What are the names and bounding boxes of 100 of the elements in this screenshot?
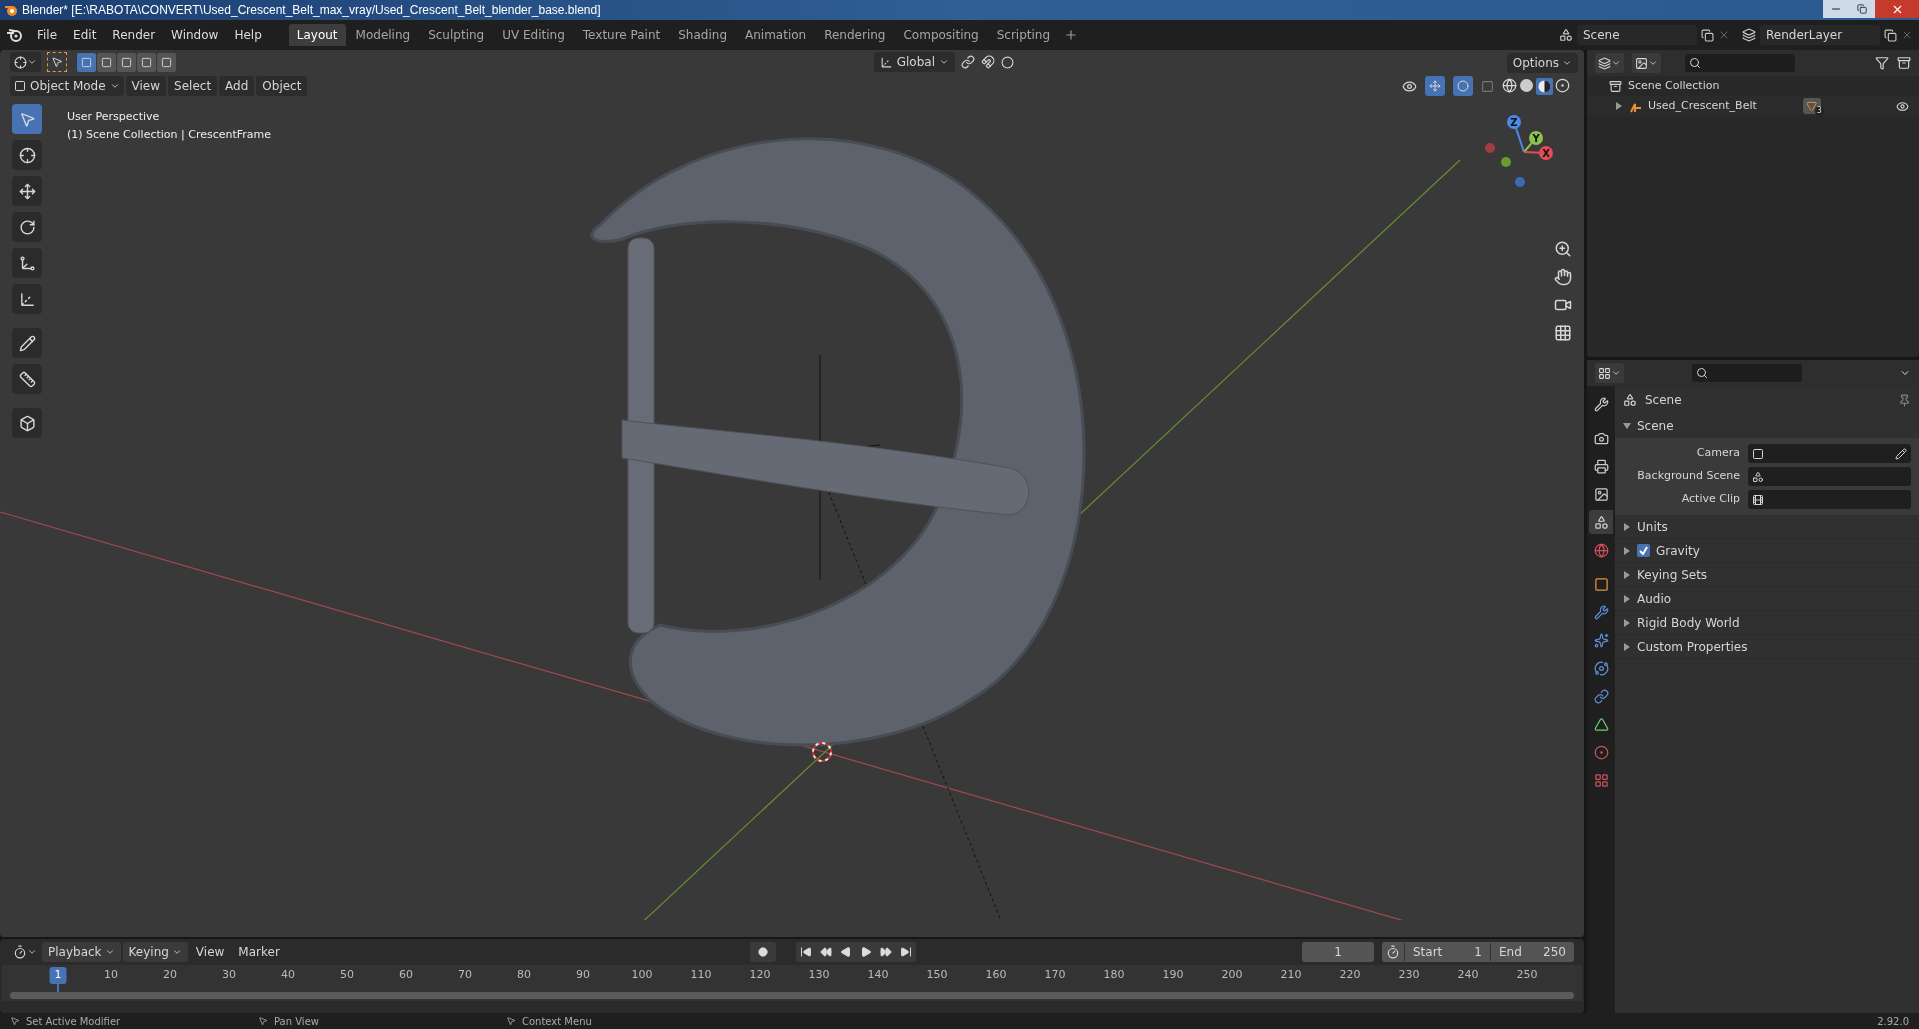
navigation-gizmo-drawing[interactable]: Z Y X bbox=[1484, 110, 1564, 190]
tool-button[interactable] bbox=[12, 328, 42, 358]
workspace-tab[interactable]: Rendering bbox=[816, 24, 894, 46]
selection-mode-button[interactable] bbox=[117, 52, 136, 72]
close-button[interactable] bbox=[1875, 0, 1919, 18]
disclosure-triangle-icon[interactable] bbox=[1623, 422, 1631, 430]
workspace-tab[interactable]: Compositing bbox=[895, 24, 987, 46]
viewport-menu-item[interactable]: Object bbox=[256, 76, 308, 96]
tool-button[interactable] bbox=[12, 212, 42, 242]
panel-header[interactable]: Scene bbox=[1615, 414, 1919, 438]
proportional-edit-icon[interactable] bbox=[1001, 55, 1014, 69]
new-collection-icon[interactable] bbox=[1897, 56, 1911, 70]
visibility-icon[interactable] bbox=[1896, 99, 1909, 113]
duplicate-icon[interactable] bbox=[1884, 28, 1897, 42]
menu-item[interactable]: Render bbox=[105, 24, 163, 46]
frame-number[interactable]: 1 bbox=[49, 967, 67, 984]
viewport-menu-item[interactable]: Select bbox=[168, 76, 218, 96]
minimize-button[interactable] bbox=[1823, 0, 1849, 18]
tool-button[interactable] bbox=[12, 284, 42, 314]
blender-logo-icon[interactable] bbox=[6, 27, 22, 43]
selection-mode-button[interactable] bbox=[97, 52, 116, 72]
zoom-icon[interactable] bbox=[1554, 240, 1572, 258]
search-field[interactable] bbox=[1692, 364, 1802, 382]
orientation-dropdown[interactable]: Global bbox=[873, 52, 955, 72]
search-field[interactable] bbox=[1685, 54, 1795, 72]
workspace-tab[interactable]: Shading bbox=[670, 24, 735, 46]
selection-mode-button[interactable] bbox=[137, 52, 156, 72]
scene-icon[interactable] bbox=[1559, 28, 1573, 42]
panel-header[interactable]: Keying Sets bbox=[1615, 563, 1919, 587]
wireframe-shading-icon[interactable] bbox=[1502, 77, 1517, 93]
tool-button[interactable] bbox=[12, 364, 42, 394]
editor-type-button[interactable] bbox=[1595, 363, 1624, 383]
end-frame-field[interactable]: End 250 bbox=[1490, 943, 1574, 961]
object-field[interactable] bbox=[1748, 444, 1911, 463]
scene-field[interactable]: Scene bbox=[1577, 25, 1697, 45]
visibility-icon[interactable] bbox=[1402, 78, 1417, 94]
workspace-tab[interactable]: Layout bbox=[288, 24, 346, 46]
pin-icon[interactable] bbox=[1898, 393, 1911, 407]
viewport-menu-item[interactable]: Add bbox=[219, 76, 255, 96]
xray-icon[interactable] bbox=[1481, 79, 1494, 93]
panel-header[interactable]: Units bbox=[1615, 515, 1919, 539]
expand-arrow-icon[interactable] bbox=[1615, 102, 1623, 110]
view-layer-field[interactable]: RenderLayer bbox=[1760, 25, 1880, 45]
material-shading-icon[interactable] bbox=[1536, 77, 1553, 95]
timeline-menu-item[interactable]: View bbox=[189, 942, 231, 962]
object-field[interactable] bbox=[1748, 467, 1911, 486]
display-mode-button[interactable] bbox=[1595, 53, 1624, 73]
viewport-menu-item[interactable]: View bbox=[125, 76, 167, 96]
solid-shading-icon[interactable] bbox=[1519, 77, 1534, 93]
properties-tab[interactable] bbox=[1589, 510, 1613, 534]
checkbox[interactable] bbox=[1637, 544, 1650, 557]
panel-header[interactable]: Gravity bbox=[1615, 539, 1919, 563]
tool-select-button[interactable] bbox=[47, 52, 67, 72]
panel-header[interactable]: Audio bbox=[1615, 587, 1919, 611]
timeline-menu-item[interactable]: Playback bbox=[42, 942, 121, 962]
hand-icon[interactable] bbox=[1554, 268, 1572, 286]
editor-type-button[interactable] bbox=[10, 52, 41, 72]
tool-button[interactable] bbox=[12, 248, 42, 278]
panel-header[interactable]: Custom Properties bbox=[1615, 635, 1919, 659]
record-button[interactable] bbox=[749, 942, 776, 962]
tool-button[interactable] bbox=[12, 140, 42, 170]
timeline-scrollbar[interactable] bbox=[10, 992, 1574, 999]
menu-item[interactable]: Edit bbox=[66, 24, 104, 46]
disclosure-triangle-icon[interactable] bbox=[1623, 570, 1631, 579]
options-dropdown[interactable]: Options bbox=[1506, 53, 1578, 73]
menu-item[interactable]: File bbox=[30, 24, 65, 46]
menu-item[interactable]: Help bbox=[227, 24, 269, 46]
grid-icon[interactable] bbox=[1554, 324, 1572, 342]
filter-icon[interactable] bbox=[1875, 56, 1889, 70]
restore-button[interactable] bbox=[1849, 0, 1875, 18]
disclosure-triangle-icon[interactable] bbox=[1623, 522, 1631, 531]
stopwatch-icon[interactable] bbox=[1386, 945, 1400, 959]
duplicate-icon[interactable] bbox=[1701, 28, 1714, 42]
menu-item[interactable]: Window bbox=[164, 24, 226, 46]
workspace-tab[interactable]: Animation bbox=[737, 24, 815, 46]
tool-button[interactable] bbox=[12, 408, 42, 438]
disclosure-triangle-icon[interactable] bbox=[1623, 618, 1631, 627]
tool-button[interactable] bbox=[12, 176, 42, 206]
view-layer-icon[interactable] bbox=[1742, 28, 1756, 42]
start-frame-field[interactable]: Start 1 bbox=[1404, 943, 1490, 961]
disclosure-triangle-icon[interactable] bbox=[1623, 594, 1631, 603]
pivot-icon[interactable] bbox=[961, 55, 975, 69]
timeline-menu-item[interactable]: Keying bbox=[122, 942, 188, 962]
selection-mode-button[interactable] bbox=[77, 52, 96, 72]
timeline-menu-item[interactable]: Marker bbox=[232, 942, 286, 962]
selection-mode-button[interactable] bbox=[157, 52, 176, 72]
close-icon[interactable] bbox=[1718, 29, 1730, 41]
mode-dropdown[interactable]: Object Mode bbox=[10, 76, 124, 96]
close-icon[interactable] bbox=[1901, 29, 1913, 41]
workspace-tab[interactable]: Texture Paint bbox=[574, 24, 669, 46]
snap-icon[interactable] bbox=[981, 55, 995, 69]
disclosure-triangle-icon[interactable] bbox=[1623, 546, 1631, 555]
workspace-tab[interactable]: UV Editing bbox=[494, 24, 573, 46]
workspace-tab[interactable]: Modeling bbox=[347, 24, 419, 46]
rendered-shading-icon[interactable] bbox=[1555, 77, 1570, 93]
add-workspace-icon[interactable] bbox=[1064, 28, 1079, 42]
overlay-toggle-button[interactable] bbox=[1453, 76, 1473, 96]
panel-header[interactable]: Rigid Body World bbox=[1615, 611, 1919, 635]
outliner-row[interactable]: Scene Collection bbox=[1587, 76, 1919, 96]
filter-view-button[interactable] bbox=[1632, 53, 1661, 73]
